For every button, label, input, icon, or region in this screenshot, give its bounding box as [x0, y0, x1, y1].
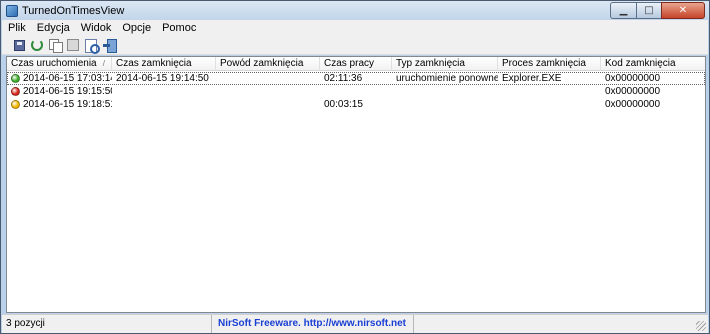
- menu-options[interactable]: Opcje: [116, 22, 156, 34]
- toolbar: [2, 36, 708, 55]
- menu-help[interactable]: Pomoc: [156, 22, 201, 34]
- end-time-cell: [112, 85, 216, 98]
- records-list[interactable]: Czas uruchomienia / Czas zamknięcia Powó…: [6, 56, 706, 313]
- process-cell: [498, 85, 601, 98]
- type-cell: [392, 98, 498, 111]
- title-bar[interactable]: TurnedOnTimesView ▁ □ ✕: [1, 1, 709, 20]
- link-prefix: NirSoft Freeware.: [218, 318, 304, 329]
- table-row[interactable]: 2014-06-15 19:18:51 00:03:15 0x00000000: [7, 98, 705, 111]
- column-header-row: Czas uruchomienia / Czas zamknięcia Powó…: [7, 57, 705, 71]
- uptime-cell: 00:03:15: [324, 99, 363, 110]
- refresh-icon: [31, 39, 43, 51]
- menu-bar: Plik Edycja Widok Opcje Pomoc: [2, 20, 708, 36]
- column-header-label: Proces zamknięcia: [502, 58, 586, 69]
- table-row[interactable]: 2014-06-15 19:15:50 0x00000000: [7, 85, 705, 98]
- menu-edit[interactable]: Edycja: [31, 22, 75, 34]
- column-header-shutdown-code[interactable]: Kod zamknięcia: [601, 57, 705, 71]
- process-cell: [498, 98, 601, 111]
- link-url[interactable]: http://www.nirsoft.net: [304, 318, 406, 329]
- properties-button[interactable]: [65, 38, 81, 53]
- code-cell: 0x00000000: [605, 73, 661, 84]
- column-header-end-time[interactable]: Czas zamknięcia: [112, 57, 216, 71]
- column-header-label: Czas uruchomienia: [11, 58, 97, 69]
- save-button[interactable]: [11, 38, 27, 53]
- process-cell: Explorer.EXE: [502, 73, 562, 84]
- window-controls: ▁ □ ✕: [610, 2, 705, 19]
- column-header-shutdown-type[interactable]: Typ zamknięcia: [392, 57, 498, 71]
- column-header-shutdown-reason[interactable]: Powód zamknięcia: [216, 57, 320, 71]
- find-button[interactable]: [83, 38, 100, 54]
- find-icon: [85, 39, 100, 54]
- column-header-label: Powód zamknięcia: [220, 58, 304, 69]
- column-header-uptime[interactable]: Czas pracy: [320, 57, 392, 71]
- code-cell: 0x00000000: [605, 99, 661, 110]
- start-time-cell: 2014-06-15 19:15:50: [23, 86, 112, 97]
- properties-icon: [67, 39, 79, 51]
- sort-indicator-icon: /: [102, 59, 105, 68]
- column-header-label: Kod zamknięcia: [605, 58, 676, 69]
- table-row[interactable]: 2014-06-15 17:03:14 2014-06-15 19:14:50 02…: [7, 72, 705, 85]
- reason-cell: [216, 85, 320, 98]
- resize-grip-icon[interactable]: [696, 321, 706, 331]
- code-cell: 0x00000000: [605, 86, 661, 97]
- type-cell: uruchomienie ponowne: [396, 73, 498, 84]
- item-count: 3 pozycji: [6, 315, 212, 333]
- exit-icon: [103, 39, 117, 53]
- start-time-cell: 2014-06-15 19:18:51: [23, 99, 112, 110]
- type-cell: [392, 85, 498, 98]
- column-header-label: Czas zamknięcia: [116, 58, 192, 69]
- menu-view[interactable]: Widok: [75, 22, 117, 34]
- reason-cell: [216, 72, 320, 85]
- copy-button[interactable]: [47, 38, 63, 53]
- column-header-label: Typ zamknięcia: [396, 58, 465, 69]
- end-time-cell: 2014-06-15 19:14:50: [116, 73, 209, 84]
- window-title: TurnedOnTimesView: [22, 4, 125, 17]
- app-icon: [6, 4, 18, 17]
- nirsoft-link[interactable]: NirSoft Freeware. http://www.nirsoft.net: [218, 315, 414, 333]
- app-window: TurnedOnTimesView ▁ □ ✕ Plik Edycja Wido…: [0, 0, 710, 334]
- end-time-cell: [112, 98, 216, 111]
- copy-icon: [49, 39, 63, 53]
- uptime-cell: 02:11:36: [324, 73, 363, 84]
- column-header-label: Czas pracy: [324, 58, 375, 69]
- reason-cell: [216, 98, 320, 111]
- start-time-cell: 2014-06-15 17:03:14: [23, 73, 112, 84]
- uptime-cell: [320, 85, 392, 98]
- exit-button[interactable]: [101, 38, 117, 53]
- menu-file[interactable]: Plik: [2, 22, 31, 34]
- status-bar: 3 pozycji NirSoft Freeware. http://www.n…: [2, 314, 708, 333]
- maximize-button[interactable]: □: [636, 2, 661, 19]
- refresh-button[interactable]: [29, 38, 45, 53]
- minimize-button[interactable]: ▁: [610, 2, 636, 19]
- column-header-shutdown-process[interactable]: Proces zamknięcia: [498, 57, 601, 71]
- column-header-start-time[interactable]: Czas uruchomienia /: [7, 57, 112, 71]
- close-button[interactable]: ✕: [661, 2, 705, 19]
- save-icon: [13, 39, 25, 51]
